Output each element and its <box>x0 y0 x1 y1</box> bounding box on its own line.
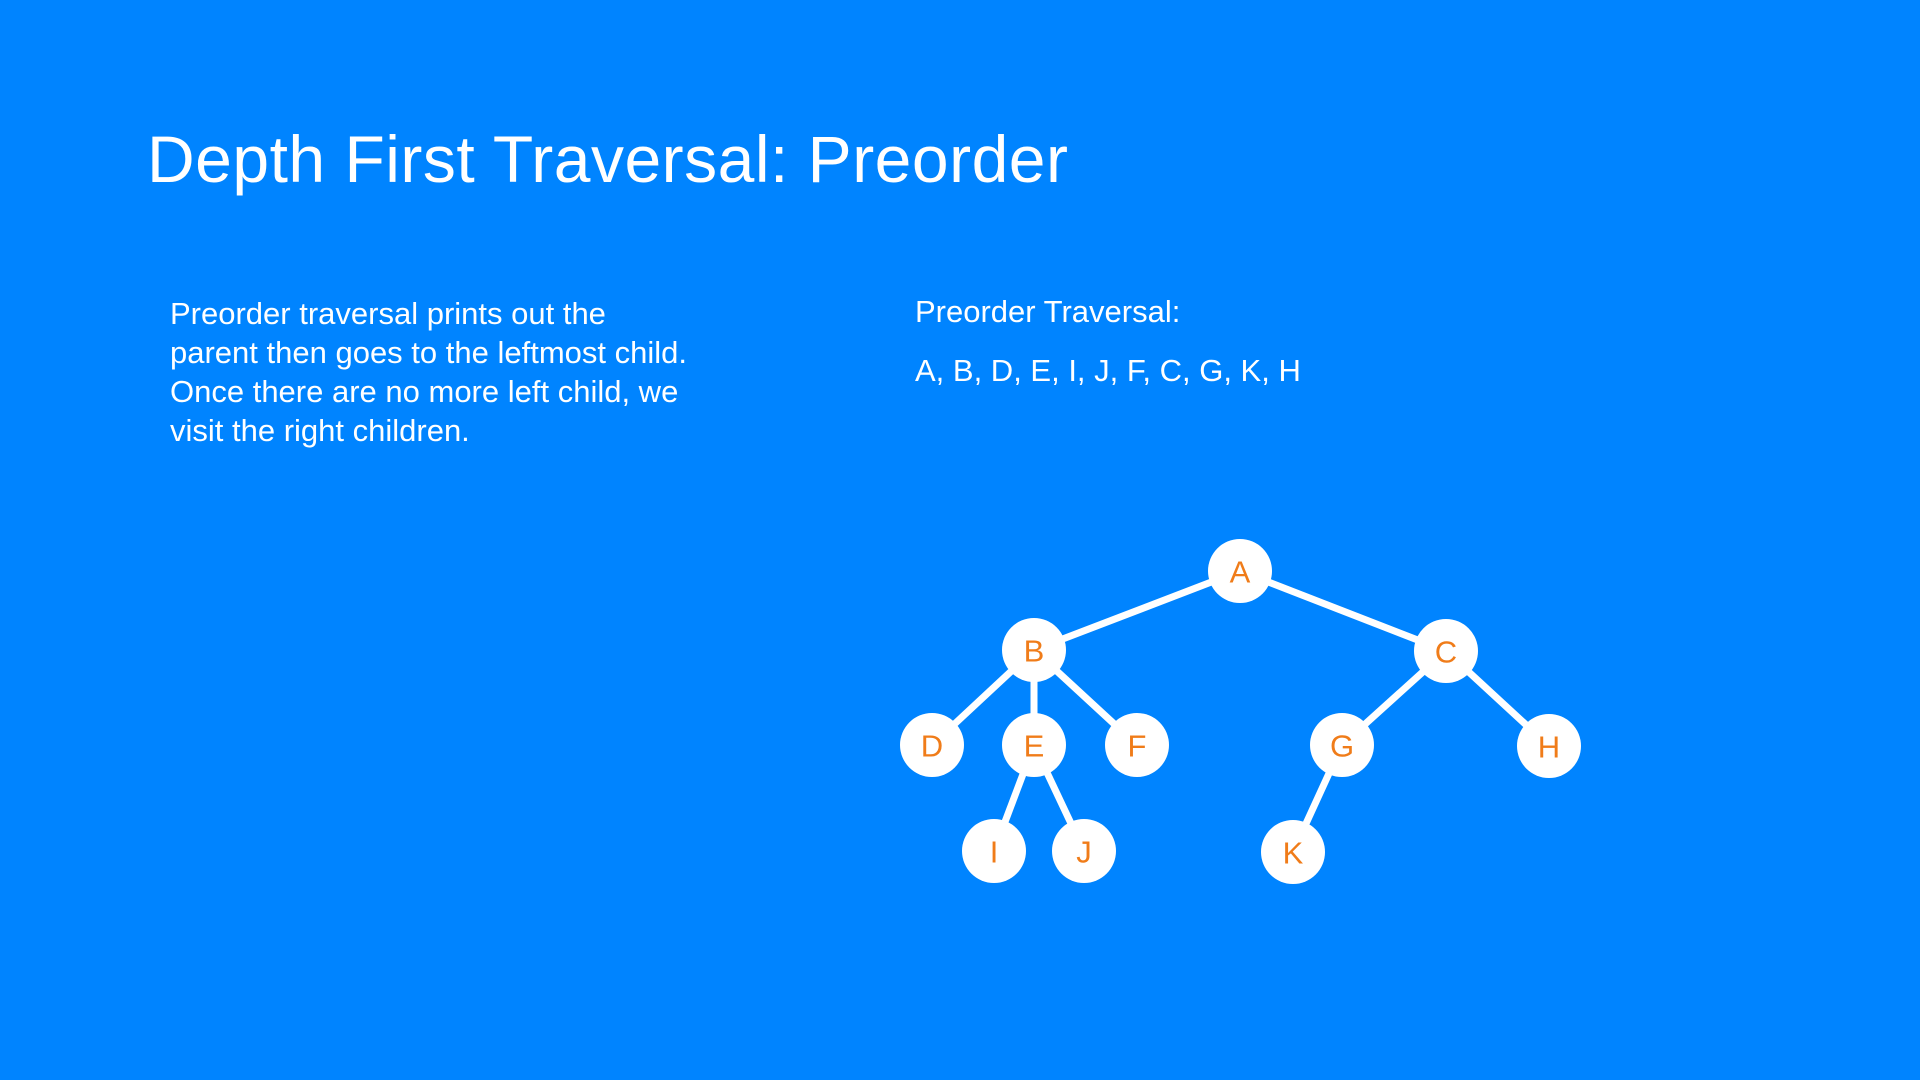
tree-edge-a-c <box>1238 567 1448 655</box>
tree-node-j: J <box>1052 819 1116 883</box>
tree-node-f: F <box>1105 713 1169 777</box>
tree-node-d: D <box>900 713 964 777</box>
tree-node-label: J <box>1076 835 1092 870</box>
tree-node-e: E <box>1002 713 1066 777</box>
tree-node-k: K <box>1261 820 1325 884</box>
tree-node-label: H <box>1538 730 1560 765</box>
tree-nodes: A B C D E F G H I J K <box>900 539 1581 884</box>
tree-node-label: D <box>921 729 943 764</box>
tree-node-c: C <box>1414 619 1478 683</box>
tree-node-a: A <box>1208 539 1272 603</box>
slide: Depth First Traversal: Preorder Preorder… <box>0 0 1920 1080</box>
tree-node-i: I <box>962 819 1026 883</box>
tree-node-label: B <box>1024 634 1045 669</box>
binary-tree-diagram: A B C D E F G H I J K <box>900 539 1581 884</box>
tree-edge-a-b <box>1032 567 1242 654</box>
tree-node-label: C <box>1435 635 1457 670</box>
tree-node-b: B <box>1002 618 1066 682</box>
tree-node-label: F <box>1128 729 1147 764</box>
tree-node-label: I <box>990 835 999 870</box>
tree-node-label: A <box>1230 555 1251 590</box>
tree-node-g: G <box>1310 713 1374 777</box>
tree-node-h: H <box>1517 714 1581 778</box>
tree-node-label: G <box>1330 729 1354 764</box>
tree-node-label: E <box>1024 729 1045 764</box>
tree-edges <box>929 567 1552 854</box>
tree-node-label: K <box>1283 836 1304 871</box>
